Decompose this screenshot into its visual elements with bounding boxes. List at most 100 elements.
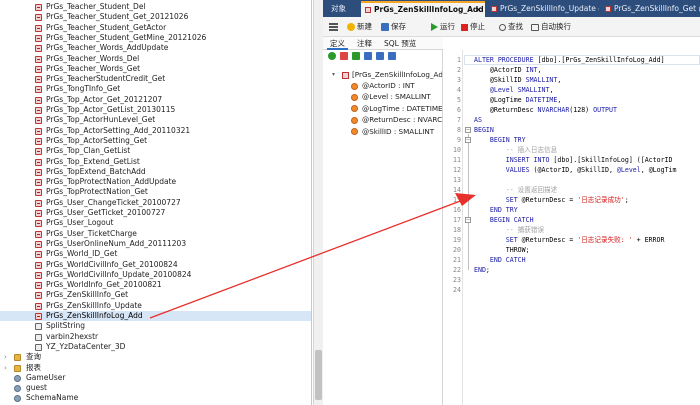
tree-item-label: PrGs_ZenSkillInfo_Get <box>46 290 129 300</box>
code-token: BEGIN TRY <box>474 136 526 144</box>
tab-objects[interactable]: 对象 <box>327 1 359 17</box>
object-tree-scrollbar[interactable] <box>313 0 323 405</box>
code-token: END <box>474 266 486 274</box>
tab-proc-zenskillinfo-update[interactable]: PrGs_ZenSkillInfo_Update @... <box>487 1 599 17</box>
tree-item[interactable]: PrGs_Teacher_Student_GetActor <box>0 23 311 33</box>
parameter-item[interactable]: @SkillID : SMALLINT <box>323 127 442 138</box>
expand-icon[interactable]: › <box>4 352 7 362</box>
tree-item[interactable]: PrGs_User_ChangeTicket_20100727 <box>0 198 311 208</box>
line-number: 5 <box>457 96 461 104</box>
tree-item[interactable]: PrGs_User_TicketCharge <box>0 229 311 239</box>
tree-item[interactable]: PrGs_Top_Extend_GetList <box>0 157 311 167</box>
tree-item[interactable]: PrGs_WorldCivilInfo_Update_20100824 <box>0 270 311 280</box>
tree-item[interactable]: › 报表 <box>0 362 311 373</box>
tree-item[interactable]: PrGs_Teacher_Words_Get <box>0 64 311 74</box>
tree-item-label: PrGs_Top_ActorSetting_Add_20110321 <box>46 125 191 135</box>
tree-item[interactable]: PrGs_Teacher_Words_Del <box>0 54 311 64</box>
save-button[interactable]: 保存 <box>381 20 406 34</box>
tree-item[interactable]: YZ_YzDataCenter_3D <box>0 341 311 352</box>
tree-item[interactable]: PrGs_Teacher_Student_Del <box>0 2 311 12</box>
stop-button[interactable]: 停止 <box>461 20 485 34</box>
tab-sql-preview[interactable]: SQL 预览 <box>381 37 419 50</box>
sql-icon[interactable] <box>340 52 348 60</box>
tree-item[interactable]: PrGs_User_GetTicket_20100727 <box>0 208 311 218</box>
tree-item-label: YZ_YzDataCenter_3D <box>46 341 126 351</box>
insert-icon[interactable] <box>364 52 372 60</box>
tree-item[interactable]: SchemaName <box>0 393 311 403</box>
tree-item[interactable]: PrGs_Top_Actor_Get_20121207 <box>0 94 311 105</box>
tree-item[interactable]: PrGs_TopProtectNation_Get <box>0 187 311 197</box>
tree-item[interactable]: PrGs_Top_Clan_GetList <box>0 146 311 156</box>
tree-item[interactable]: PrGs_TeacherStudentCredit_Get <box>0 74 311 84</box>
move-up-icon[interactable] <box>376 52 384 60</box>
tree-item[interactable]: PrGs_TopExtend_BatchAdd <box>0 167 311 177</box>
parameter-item[interactable]: @ReturnDesc : NVARCH <box>323 115 443 126</box>
tree-item[interactable]: GameUser <box>0 373 311 383</box>
tree-item-label: PrGs_User_Logout <box>46 218 114 228</box>
procedure-icon <box>35 220 42 228</box>
new-icon <box>347 23 355 31</box>
code-line: END CATCH <box>474 255 526 265</box>
edit-icon[interactable] <box>352 52 360 60</box>
find-button[interactable]: 查找 <box>499 20 523 34</box>
tab-proc-zenskillinfo-get[interactable]: PrGs_ZenSkillInfo_Get @... <box>601 1 700 17</box>
tree-item[interactable]: varbin2hexstr <box>0 332 311 342</box>
tab-active-label: PrGs_ZenSkillInfoLog_Add ... <box>374 5 485 14</box>
tree-item-label: PrGs_Top_Actor_Get_20121207 <box>46 94 163 104</box>
tree-item[interactable]: PrGs_TopProtectNation_AddUpdate <box>0 177 311 187</box>
move-down-icon[interactable] <box>388 52 396 60</box>
parameter-item[interactable]: @Level : SMALLINT <box>323 92 442 103</box>
line-number: 9 <box>457 136 461 144</box>
tree-item[interactable]: PrGs_Teacher_Words_AddUpdate <box>0 43 311 53</box>
tree-item[interactable]: PrGs_WorldCivilInfo_Get_20100824 <box>0 260 311 270</box>
collapse-icon[interactable]: ▾ <box>332 70 335 81</box>
tab-proc-zenskillinfolog-add[interactable]: PrGs_ZenSkillInfoLog_Add ... × <box>361 1 485 17</box>
fold-toggle-icon[interactable]: − <box>465 217 471 223</box>
tree-item[interactable]: PrGs_ZenSkillInfo_Get <box>0 290 311 300</box>
refresh-icon[interactable] <box>328 52 336 60</box>
tree-item[interactable]: PrGs_Teacher_Student_Get_20121026 <box>0 12 311 22</box>
parameter-label: @ReturnDesc : NVARCH <box>362 115 443 125</box>
tab-objects-label: 对象 <box>331 4 346 13</box>
parameter-item[interactable]: @ActorID : INT <box>323 81 442 92</box>
tree-item-label: 报表 <box>26 362 41 372</box>
procedure-icon <box>35 148 42 156</box>
run-button[interactable]: 运行 <box>431 20 455 34</box>
menu-button[interactable] <box>329 20 340 34</box>
tree-item[interactable]: PrGs_Top_ActorSetting_Get <box>0 136 311 146</box>
code-token: ; <box>624 196 629 204</box>
fold-toggle-icon[interactable]: − <box>465 137 471 143</box>
tree-item[interactable]: PrGs_Top_ActorHunLevel_Get <box>0 115 311 125</box>
tab-comment[interactable]: 注释 <box>354 37 375 50</box>
fold-toggle-icon[interactable]: − <box>465 127 471 133</box>
fold-guide <box>468 224 469 260</box>
tree-item-label: PrGs_TongTInfo_Get <box>46 84 121 94</box>
word-wrap-button[interactable]: 自动换行 <box>531 20 571 34</box>
tab-definition[interactable]: 定义 <box>327 37 348 50</box>
expand-icon[interactable]: › <box>4 363 7 373</box>
tree-item-label: 查询 <box>26 352 41 362</box>
new-button[interactable]: 新建 <box>347 20 372 34</box>
tree-item-selected[interactable]: PrGs_ZenSkillInfoLog_Add <box>0 311 311 322</box>
tree-item[interactable]: PrGs_Top_ActorSetting_Add_20110321 <box>0 125 311 136</box>
tree-item[interactable]: PrGs_World_ID_Get <box>0 249 311 259</box>
line-number: 2 <box>457 66 461 74</box>
sql-code-editor[interactable]: 1 2 3 4 5 6 7 8 9 10 11 12 13 14 15 16 17 18 19 20 21 22 23 24 … <box>443 50 700 405</box>
tree-item[interactable]: PrGs_WorldInfo_Get_20100821 <box>0 280 311 290</box>
tree-item[interactable]: PrGs_ZenSkillInfo_Update <box>0 301 311 311</box>
tree-item[interactable]: SplitString <box>0 321 311 331</box>
procedure-icon <box>35 210 42 217</box>
close-icon[interactable]: × <box>475 3 482 16</box>
object-tree-scroll-thumb[interactable] <box>315 350 322 400</box>
procedure-icon <box>35 189 42 197</box>
procedure-icon <box>35 107 42 114</box>
tree-item[interactable]: PrGs_TongTInfo_Get <box>0 84 311 94</box>
tree-item[interactable]: PrGs_User_Logout <box>0 218 311 228</box>
tree-item[interactable]: PrGs_UserOnlineNum_Add_20111203 <box>0 239 311 249</box>
tree-item[interactable]: PrGs_Teacher_Student_GetMine_20121026 <box>0 33 311 43</box>
parameter-item[interactable]: @LogTime : DATETIME <box>323 104 442 115</box>
tree-item[interactable]: PrGs_Top_Actor_GetList_20130115 <box>0 105 311 115</box>
tree-item[interactable]: › 查询 <box>0 352 311 362</box>
tree-item[interactable]: guest <box>0 383 311 393</box>
code-token: ALTER PROCEDURE <box>474 56 538 64</box>
